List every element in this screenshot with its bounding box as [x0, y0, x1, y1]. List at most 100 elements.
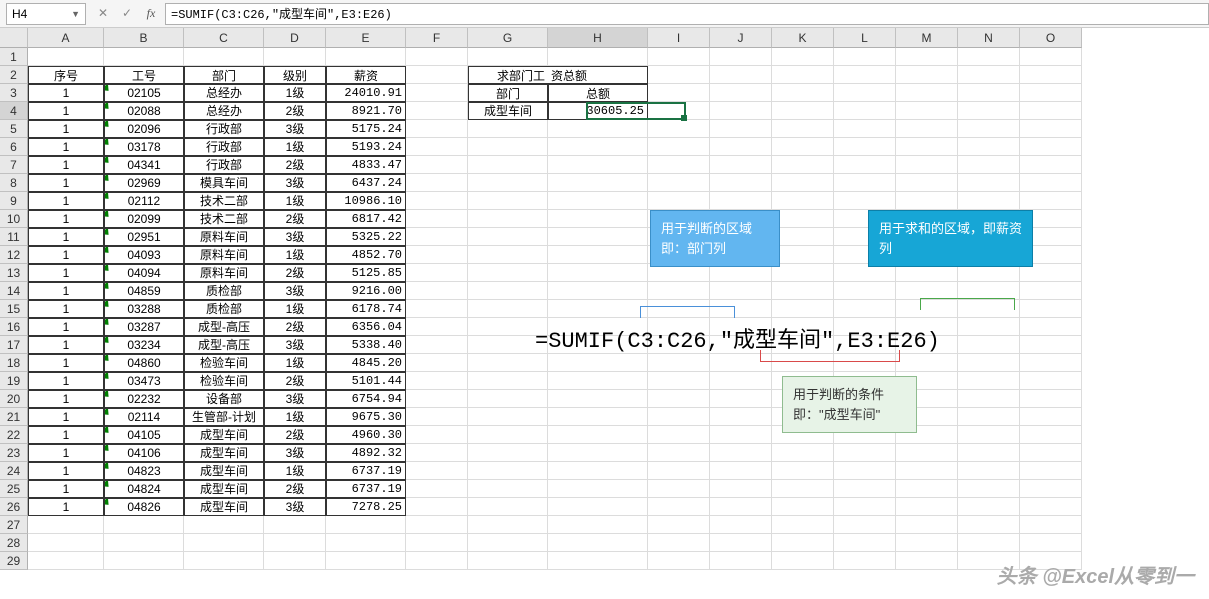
row-header[interactable]: 26: [0, 498, 28, 516]
cell[interactable]: [834, 534, 896, 552]
cell[interactable]: [772, 228, 834, 246]
cell[interactable]: [1020, 156, 1082, 174]
table-header[interactable]: 级别: [264, 66, 326, 84]
cell[interactable]: [548, 462, 648, 480]
row-header[interactable]: 23: [0, 444, 28, 462]
cell[interactable]: [184, 516, 264, 534]
summary-header[interactable]: 部门: [468, 84, 548, 102]
cell[interactable]: [1020, 372, 1082, 390]
cell[interactable]: [548, 138, 648, 156]
cell[interactable]: [648, 372, 710, 390]
row-header[interactable]: 9: [0, 192, 28, 210]
cell[interactable]: [28, 48, 104, 66]
cell[interactable]: [958, 426, 1020, 444]
cell[interactable]: [896, 498, 958, 516]
cell[interactable]: [1020, 390, 1082, 408]
cell[interactable]: [648, 498, 710, 516]
table-cell[interactable]: 04094: [104, 264, 184, 282]
table-cell[interactable]: 技术二部: [184, 210, 264, 228]
cell[interactable]: [406, 372, 468, 390]
table-cell[interactable]: 5193.24: [326, 138, 406, 156]
cell[interactable]: [1020, 102, 1082, 120]
table-cell[interactable]: 04826: [104, 498, 184, 516]
cell[interactable]: [548, 372, 648, 390]
col-header-G[interactable]: G: [468, 28, 548, 48]
cell[interactable]: [958, 336, 1020, 354]
cell[interactable]: [468, 246, 548, 264]
table-cell[interactable]: 3级: [264, 282, 326, 300]
table-cell[interactable]: 3级: [264, 336, 326, 354]
table-cell[interactable]: 5175.24: [326, 120, 406, 138]
cell[interactable]: [896, 354, 958, 372]
cell[interactable]: [548, 426, 648, 444]
cell[interactable]: [406, 120, 468, 138]
cell[interactable]: [406, 282, 468, 300]
row-header[interactable]: 28: [0, 534, 28, 552]
cell[interactable]: [648, 426, 710, 444]
row-header[interactable]: 21: [0, 408, 28, 426]
table-cell[interactable]: 总经办: [184, 84, 264, 102]
row-header[interactable]: 8: [0, 174, 28, 192]
cell[interactable]: [406, 408, 468, 426]
cell[interactable]: [468, 516, 548, 534]
cell[interactable]: [958, 48, 1020, 66]
cell[interactable]: [406, 426, 468, 444]
cell[interactable]: [648, 102, 710, 120]
table-cell[interactable]: 1级: [264, 84, 326, 102]
cell[interactable]: [834, 102, 896, 120]
cell[interactable]: [648, 390, 710, 408]
table-cell[interactable]: 02088: [104, 102, 184, 120]
cell[interactable]: [1020, 354, 1082, 372]
table-cell[interactable]: 1: [28, 336, 104, 354]
table-header[interactable]: 序号: [28, 66, 104, 84]
row-header[interactable]: 29: [0, 552, 28, 570]
cell[interactable]: [406, 300, 468, 318]
cell[interactable]: [834, 174, 896, 192]
cell[interactable]: [548, 534, 648, 552]
cell[interactable]: [548, 228, 648, 246]
col-header-A[interactable]: A: [28, 28, 104, 48]
cell[interactable]: [1020, 336, 1082, 354]
cell[interactable]: [772, 300, 834, 318]
table-header[interactable]: 部门: [184, 66, 264, 84]
table-cell[interactable]: 1级: [264, 354, 326, 372]
cell[interactable]: [834, 282, 896, 300]
table-cell[interactable]: 1: [28, 444, 104, 462]
cell[interactable]: [710, 480, 772, 498]
cell[interactable]: [1020, 516, 1082, 534]
cell[interactable]: [1020, 300, 1082, 318]
cell[interactable]: [834, 120, 896, 138]
cell[interactable]: [648, 282, 710, 300]
cell[interactable]: [406, 534, 468, 552]
cell[interactable]: [772, 102, 834, 120]
cell[interactable]: [468, 480, 548, 498]
table-cell[interactable]: 6817.42: [326, 210, 406, 228]
cell[interactable]: [772, 246, 834, 264]
cell[interactable]: [958, 174, 1020, 192]
table-cell[interactable]: 1: [28, 498, 104, 516]
table-cell[interactable]: 技术二部: [184, 192, 264, 210]
cell[interactable]: [958, 84, 1020, 102]
cell[interactable]: [896, 138, 958, 156]
cell[interactable]: [468, 552, 548, 570]
confirm-icon[interactable]: ✓: [116, 3, 138, 25]
table-cell[interactable]: 03178: [104, 138, 184, 156]
cell[interactable]: [406, 480, 468, 498]
row-header[interactable]: 3: [0, 84, 28, 102]
table-cell[interactable]: 成型车间: [184, 426, 264, 444]
cell[interactable]: [548, 408, 648, 426]
table-cell[interactable]: 02099: [104, 210, 184, 228]
cell[interactable]: [548, 300, 648, 318]
table-cell[interactable]: 1级: [264, 462, 326, 480]
table-cell[interactable]: 03288: [104, 300, 184, 318]
cell[interactable]: [1020, 480, 1082, 498]
table-cell[interactable]: 6737.19: [326, 462, 406, 480]
table-header[interactable]: 薪资: [326, 66, 406, 84]
cell[interactable]: [648, 462, 710, 480]
cell[interactable]: [28, 516, 104, 534]
table-cell[interactable]: 04859: [104, 282, 184, 300]
cell[interactable]: [548, 444, 648, 462]
cell[interactable]: [710, 552, 772, 570]
cell[interactable]: [468, 156, 548, 174]
cell[interactable]: [184, 48, 264, 66]
